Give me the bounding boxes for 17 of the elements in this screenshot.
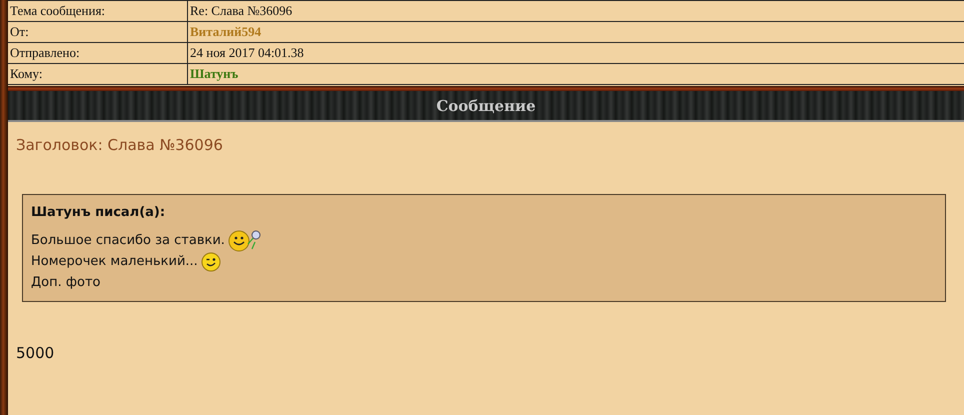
section-title: Сообщение	[436, 96, 536, 114]
quote-text: Номерочек маленький...	[31, 254, 198, 269]
winking-smiley-icon	[200, 252, 221, 272]
field-label: От:	[8, 22, 188, 42]
field-value[interactable]: Шатунъ	[188, 64, 964, 84]
field-value[interactable]: Виталий594	[188, 22, 964, 42]
smiley-with-flower-icon	[228, 230, 262, 252]
message-text: 5000	[16, 344, 56, 362]
quote-author: Шатунъ писал(а):	[31, 205, 166, 220]
field-value: Re: Слава №36096	[189, 2, 294, 20]
field-label: Отправлено:	[8, 43, 188, 63]
field-label: Кому:	[8, 64, 188, 84]
field-value: 24 ноя 2017 04:01.38	[189, 44, 305, 62]
message-heading: Заголовок: Слава №36096	[16, 136, 224, 154]
quote-text: Доп. фото	[31, 275, 100, 290]
quote-text: Большое спасибо за ставки.	[31, 233, 225, 248]
field-label: Тема сообщения:	[8, 1, 188, 21]
